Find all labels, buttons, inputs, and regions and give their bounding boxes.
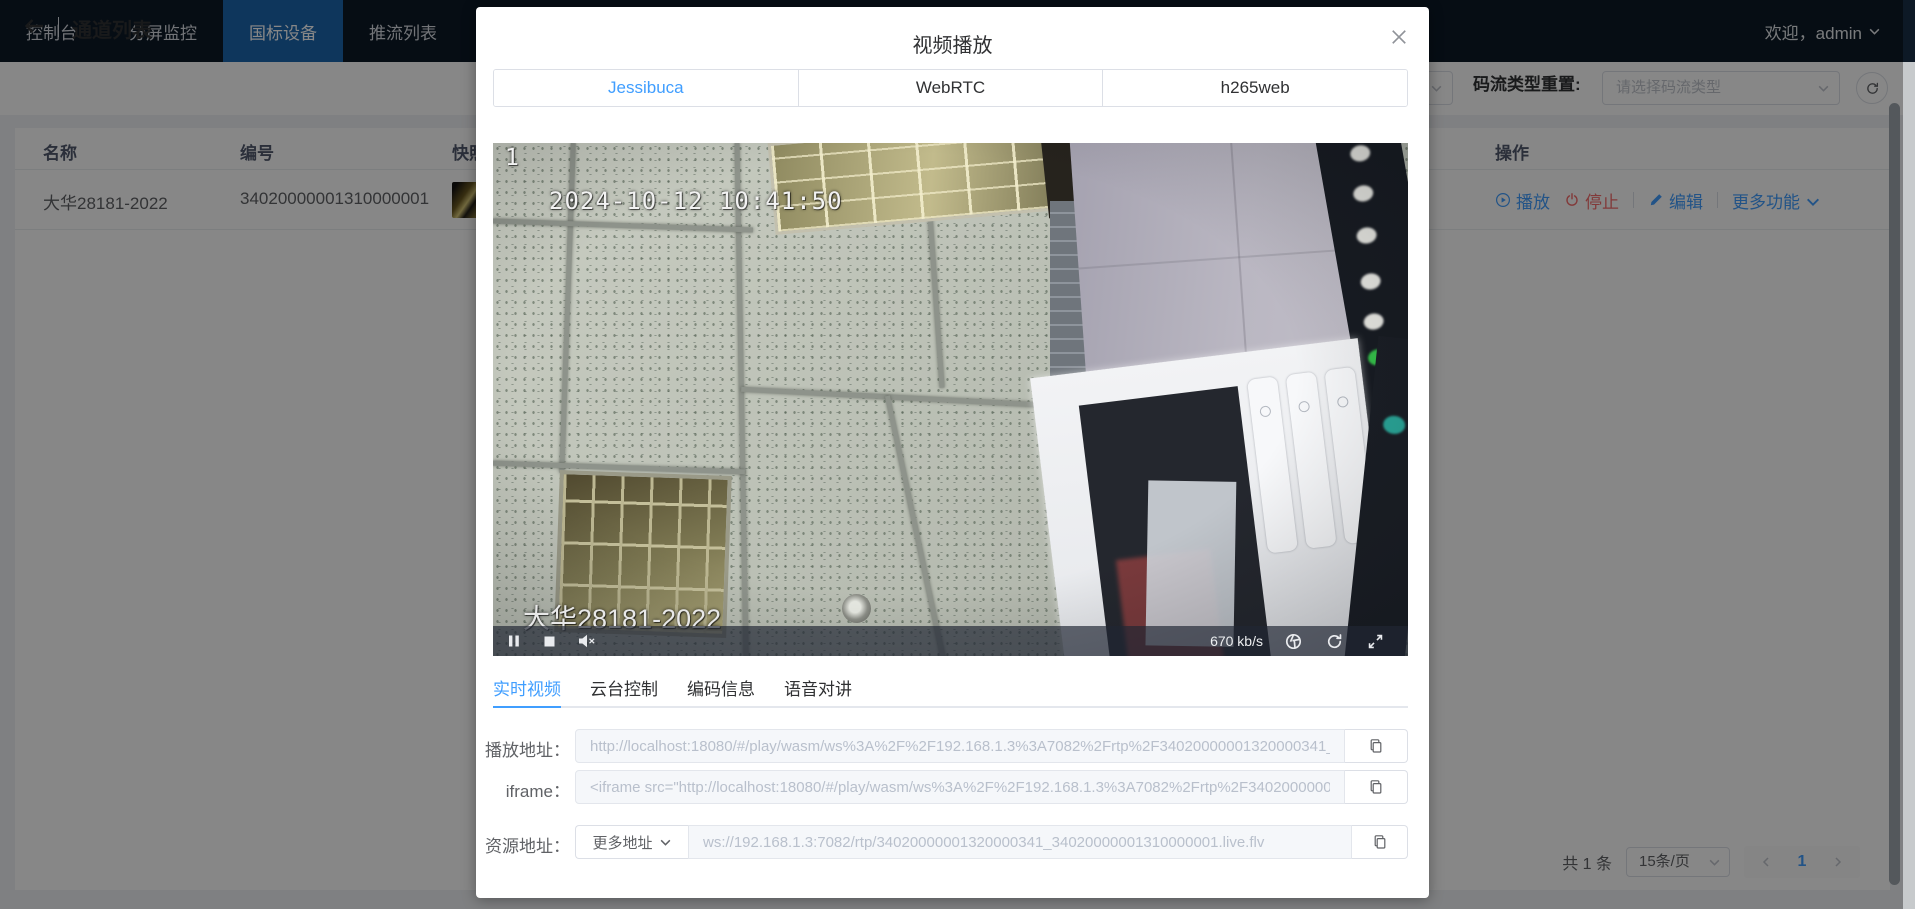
video-play-dialog: 视频播放 Jessibuca WebRTC h265web (476, 7, 1429, 898)
close-icon[interactable] (1389, 27, 1409, 47)
tab-h265web[interactable]: h265web (1103, 70, 1407, 106)
play-address-input[interactable] (575, 729, 1345, 763)
tab-webrtc[interactable]: WebRTC (799, 70, 1104, 106)
play-address-label: 播放地址： (476, 736, 570, 761)
more-address-label: 更多地址 (592, 832, 652, 853)
stop-button[interactable] (543, 635, 556, 648)
active-tab-underline (493, 706, 561, 708)
mute-button[interactable] (578, 634, 596, 648)
copy-resource-address-button[interactable] (1352, 825, 1408, 859)
scrollbar-track[interactable] (1903, 62, 1915, 909)
iframe-input[interactable] (575, 770, 1345, 804)
resource-address-input[interactable] (688, 825, 1352, 859)
more-address-select[interactable]: 更多地址 (575, 825, 688, 859)
chevron-down-icon (659, 836, 672, 849)
reload-icon[interactable] (1326, 633, 1343, 650)
scrollbar-thumb[interactable] (1889, 103, 1900, 885)
app-window: 控制台 分屏监控 国标设备 推流列表 拉流代理 欢迎，admin 通道列表 码流… (0, 0, 1915, 909)
resource-address-label: 资源地址： (476, 832, 570, 857)
osd-timestamp: 2024-10-12 10:41:50 (549, 187, 843, 215)
tab-ptz-control[interactable]: 云台控制 (590, 675, 658, 706)
iframe-row: iframe： (476, 770, 1429, 804)
player-type-tabs: Jessibuca WebRTC h265web (493, 69, 1408, 107)
dialog-title: 视频播放 (476, 29, 1429, 58)
stream-info-tabs: 实时视频 云台控制 编码信息 语音对讲 (493, 675, 1408, 708)
play-address-row: 播放地址： (476, 729, 1429, 763)
tab-codec-info[interactable]: 编码信息 (687, 675, 755, 706)
tab-jessibuca[interactable]: Jessibuca (494, 70, 799, 106)
player-right-controls: 670 kb/s (1210, 626, 1408, 656)
copy-iframe-button[interactable] (1345, 770, 1408, 804)
pause-button[interactable] (507, 634, 521, 648)
osd-channel-number: 1 (505, 145, 519, 171)
resource-address-row: 资源地址： 更多地址 (476, 825, 1429, 859)
fisheye-vignette (493, 143, 1408, 656)
iframe-label: iframe： (476, 777, 570, 802)
video-player[interactable]: 1 2024-10-12 10:41:50 大华28181-2022 670 k… (493, 143, 1408, 656)
tab-live-video[interactable]: 实时视频 (493, 675, 561, 706)
tab-voice-talk[interactable]: 语音对讲 (784, 675, 852, 706)
copy-play-address-button[interactable] (1345, 729, 1408, 763)
player-control-bar: 670 kb/s (493, 626, 1408, 656)
fullscreen-icon[interactable] (1367, 633, 1384, 650)
snapshot-icon[interactable] (1285, 633, 1302, 650)
bitrate-indicator: 670 kb/s (1210, 633, 1263, 649)
